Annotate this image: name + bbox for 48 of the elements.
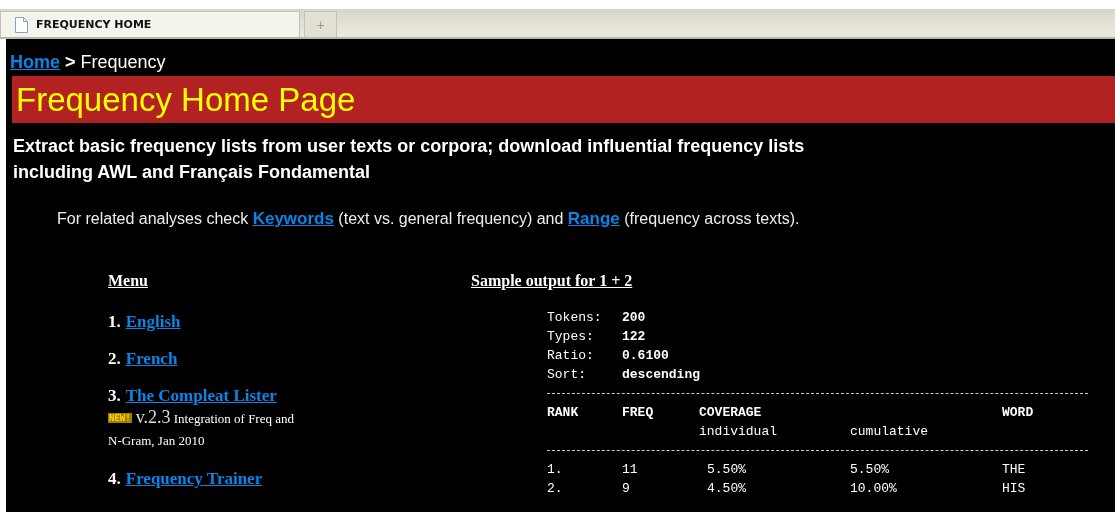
stat-label: Tokens: <box>547 309 603 327</box>
item-number: 3. <box>108 386 121 405</box>
stat-label: Sort: <box>547 366 587 384</box>
table-cell-text: 9 <box>622 480 631 498</box>
stat-value: 122 <box>622 328 647 346</box>
page-title: Frequency Home Page <box>16 80 356 119</box>
table-cell-text: 2. <box>547 480 564 498</box>
table-cell-text: 5.50% <box>850 461 890 479</box>
item-note: N-Gram, Jan 2010 <box>108 433 205 448</box>
breadcrumb-current: Frequency <box>80 52 166 73</box>
table-cell-text: 4.50% <box>706 480 747 498</box>
breadcrumb-separator: > <box>65 52 76 73</box>
browser-tab[interactable]: FREQUENCY HOME <box>0 11 300 37</box>
column-subheader: cumulative <box>850 423 929 441</box>
stat-value: descending <box>622 366 701 384</box>
version-text: v.2.3 <box>135 407 171 427</box>
column-header: FREQ <box>622 404 655 422</box>
table-cell-text: THE <box>1002 461 1027 479</box>
menu-link[interactable]: English <box>125 312 181 331</box>
table-cell-text: 10.00% <box>850 480 898 498</box>
menu-link[interactable]: The Compleat Lister <box>125 386 277 405</box>
table-cell-text: 5.50% <box>706 461 747 479</box>
column-header: COVERAGE <box>699 404 763 422</box>
item-number: 4. <box>108 469 121 488</box>
related-link[interactable]: Keywords <box>252 209 334 228</box>
table-cell-text: 1. <box>547 461 564 479</box>
sample-heading: Sample output for 1 + 2 <box>471 272 634 290</box>
menu-link[interactable]: Frequency Trainer <box>125 469 263 488</box>
column-header: WORD <box>1002 404 1035 422</box>
menu-link[interactable]: French <box>125 349 178 368</box>
item-number: 1. <box>108 312 121 331</box>
new-badge: NEW! <box>108 413 132 423</box>
stat-label: Types: <box>547 328 595 346</box>
stat-value: 200 <box>622 309 647 327</box>
home-link[interactable]: Home <box>10 52 60 73</box>
item-number: 2. <box>108 349 121 368</box>
stat-value: 0.6100 <box>622 347 670 365</box>
table-cell-text: 11 <box>622 461 639 479</box>
related-link[interactable]: Range <box>567 209 620 228</box>
document-icon <box>15 16 28 33</box>
column-header: RANK <box>547 404 580 422</box>
menu-heading: Menu <box>108 272 149 290</box>
table-cell-text: HIS <box>1002 480 1027 498</box>
item-note: Integration of Freq and <box>173 411 294 426</box>
column-subheader: individual <box>699 423 778 441</box>
stat-label: Ratio: <box>547 347 595 365</box>
description-text: Extract basic frequency lists from user texts or corpora; download influential frequency lists including AWL and Français Fondamental <box>13 135 806 184</box>
related-text: For related analyses check Keywords (text vs. general frequency) and Range (frequency across texts). <box>57 209 801 229</box>
